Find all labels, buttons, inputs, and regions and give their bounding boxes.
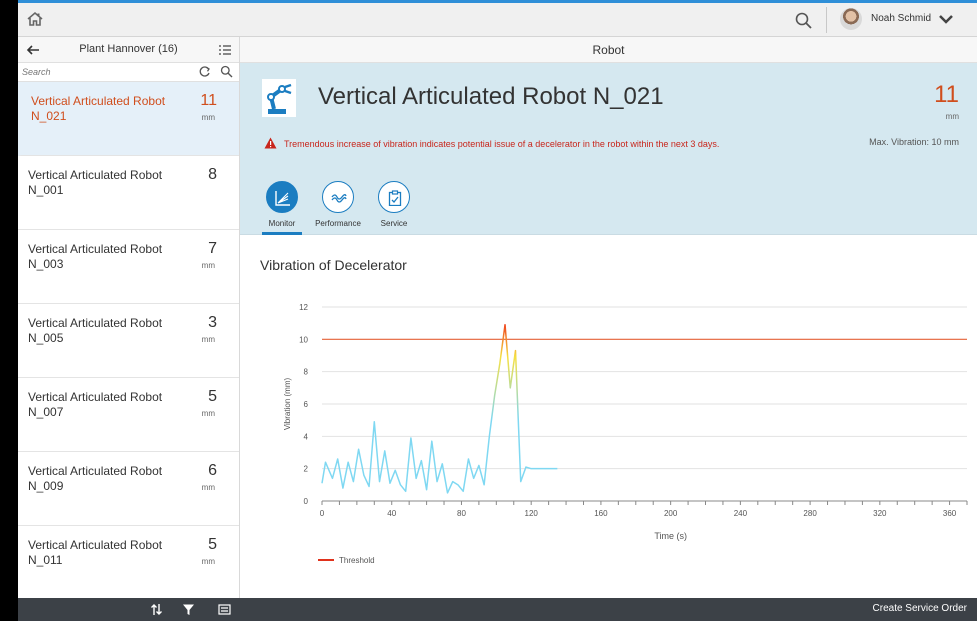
object-value: 11 [934, 81, 959, 108]
list-item-name: Vertical Articulated Robot N_005 [28, 316, 163, 345]
performance-wave-icon [331, 194, 347, 203]
list-item-name: Vertical Articulated Robot N_007 [28, 390, 163, 419]
list-item-name: Vertical Articulated Robot N_011 [28, 538, 163, 567]
list-item-value: 8 [208, 166, 217, 183]
list-item-value: 6 [208, 462, 217, 479]
x-axis-label: Time (s) [654, 531, 687, 541]
list-item-value: 5 [208, 388, 217, 405]
master-header: Plant Hannover (16) [18, 37, 239, 63]
tab-monitor[interactable]: Monitor [258, 175, 306, 235]
x-tick-label: 200 [664, 509, 678, 518]
x-tick-label: 320 [873, 509, 887, 518]
tab-service[interactable]: Service [370, 175, 418, 235]
list-item-unit: mm [201, 261, 215, 270]
max-vibration: Max. Vibration: 10 mm [869, 137, 959, 147]
tab-label: Performance [315, 219, 361, 228]
chart-title: Vibration of Decelerator [260, 257, 407, 273]
filter-icon[interactable] [182, 603, 195, 616]
create-service-order-button[interactable]: Create Service Order [873, 603, 967, 614]
x-tick-label: 120 [525, 509, 539, 518]
y-tick-label: 8 [304, 368, 309, 377]
x-tick-label: 0 [320, 509, 325, 518]
search-input[interactable] [22, 65, 182, 79]
list-item[interactable]: Vertical Articulated Robot N_007 5 mm [18, 378, 239, 452]
robot-arm-icon [262, 79, 296, 117]
tab-circle [378, 181, 410, 213]
y-tick-label: 10 [299, 335, 308, 344]
vibration-chart: 0246810120 40 80 120 160 200 240 280 320 360Time … [283, 303, 968, 565]
y-tick-label: 2 [304, 465, 309, 474]
x-tick-label: 240 [734, 509, 748, 518]
list-item[interactable]: Vertical Articulated Robot N_009 6 mm [18, 452, 239, 526]
list-item-name: Vertical Articulated Robot N_021 [31, 94, 166, 123]
list-item-value: 5 [208, 536, 217, 553]
master-list: Plant Hannover (16) Vertical Articulated… [18, 37, 240, 600]
y-tick-label: 4 [304, 432, 309, 441]
list-item-name: Vertical Articulated Robot N_009 [28, 464, 163, 493]
shell-separator [826, 7, 827, 33]
list-item[interactable]: Vertical Articulated Robot N_001 8 [18, 156, 239, 230]
list-item-unit: mm [201, 335, 215, 344]
service-clipboard-icon [388, 190, 402, 206]
list-item-unit: mm [201, 557, 215, 566]
list-item-unit: mm [201, 113, 215, 122]
object-title: Vertical Articulated Robot N_021 [318, 83, 664, 110]
x-tick-label: 160 [594, 509, 608, 518]
tab-selected-indicator [262, 232, 302, 235]
list-item-unit: mm [201, 409, 215, 418]
warning-icon [264, 137, 277, 149]
list-item[interactable]: Vertical Articulated Robot N_005 3 mm [18, 304, 239, 378]
x-tick-label: 280 [803, 509, 817, 518]
avatar[interactable] [840, 8, 862, 30]
footer-toolbar: Create Service Order [18, 598, 977, 621]
x-tick-label: 360 [943, 509, 957, 518]
chevron-down-icon[interactable] [938, 13, 954, 25]
y-axis-label: Vibration (mm) [283, 378, 292, 431]
list-item[interactable]: Vertical Articulated Robot N_003 7 mm [18, 230, 239, 304]
object-unit: mm [945, 112, 959, 121]
series-line [321, 324, 558, 494]
list-item-unit: mm [201, 483, 215, 492]
list-item-value: 7 [208, 240, 217, 257]
tab-label: Service [380, 219, 408, 228]
list-sort-icon[interactable] [218, 43, 232, 57]
app-window: Noah Schmid Plant Hannover (16) Search V… [18, 0, 977, 621]
detail-page: Robot Vertical Articulated Robot N_021 1… [240, 37, 977, 598]
list-item[interactable]: Vertical Articulated Robot N_021 11 mm [18, 82, 239, 156]
tab-circle [322, 181, 354, 213]
shell-bar: Noah Schmid [18, 0, 977, 37]
search-icon[interactable] [794, 11, 814, 31]
tab-performance[interactable]: Performance [314, 175, 362, 235]
list-item-name: Vertical Articulated Robot N_001 [28, 168, 163, 197]
object-header: Vertical Articulated Robot N_021 11 mm T… [240, 63, 977, 235]
master-search-bar [18, 63, 239, 82]
detail-header: Robot [240, 37, 977, 63]
tab-circle [266, 181, 298, 213]
warning-message: Tremendous increase of vibration indicat… [284, 139, 720, 149]
list-item-name: Vertical Articulated Robot N_003 [28, 242, 163, 271]
monitor-chart-icon [275, 191, 290, 206]
master-title: Plant Hannover (16) [79, 43, 178, 55]
tab-label: Monitor [268, 219, 296, 228]
legend-label: Threshold [339, 556, 375, 565]
y-tick-label: 0 [304, 497, 309, 506]
group-icon[interactable] [218, 603, 231, 616]
sort-icon[interactable] [150, 603, 163, 616]
y-tick-label: 6 [304, 400, 309, 409]
y-tick-label: 12 [299, 303, 308, 312]
list-item-value: 11 [200, 92, 217, 109]
x-tick-label: 40 [387, 509, 396, 518]
x-tick-label: 80 [457, 509, 466, 518]
user-name[interactable]: Noah Schmid [871, 13, 931, 24]
home-icon[interactable] [26, 10, 44, 28]
list-item[interactable]: Vertical Articulated Robot N_011 5 mm [18, 526, 239, 600]
list-item-value: 3 [208, 314, 217, 331]
refresh-icon[interactable] [198, 65, 211, 78]
search-icon[interactable] [220, 65, 233, 78]
